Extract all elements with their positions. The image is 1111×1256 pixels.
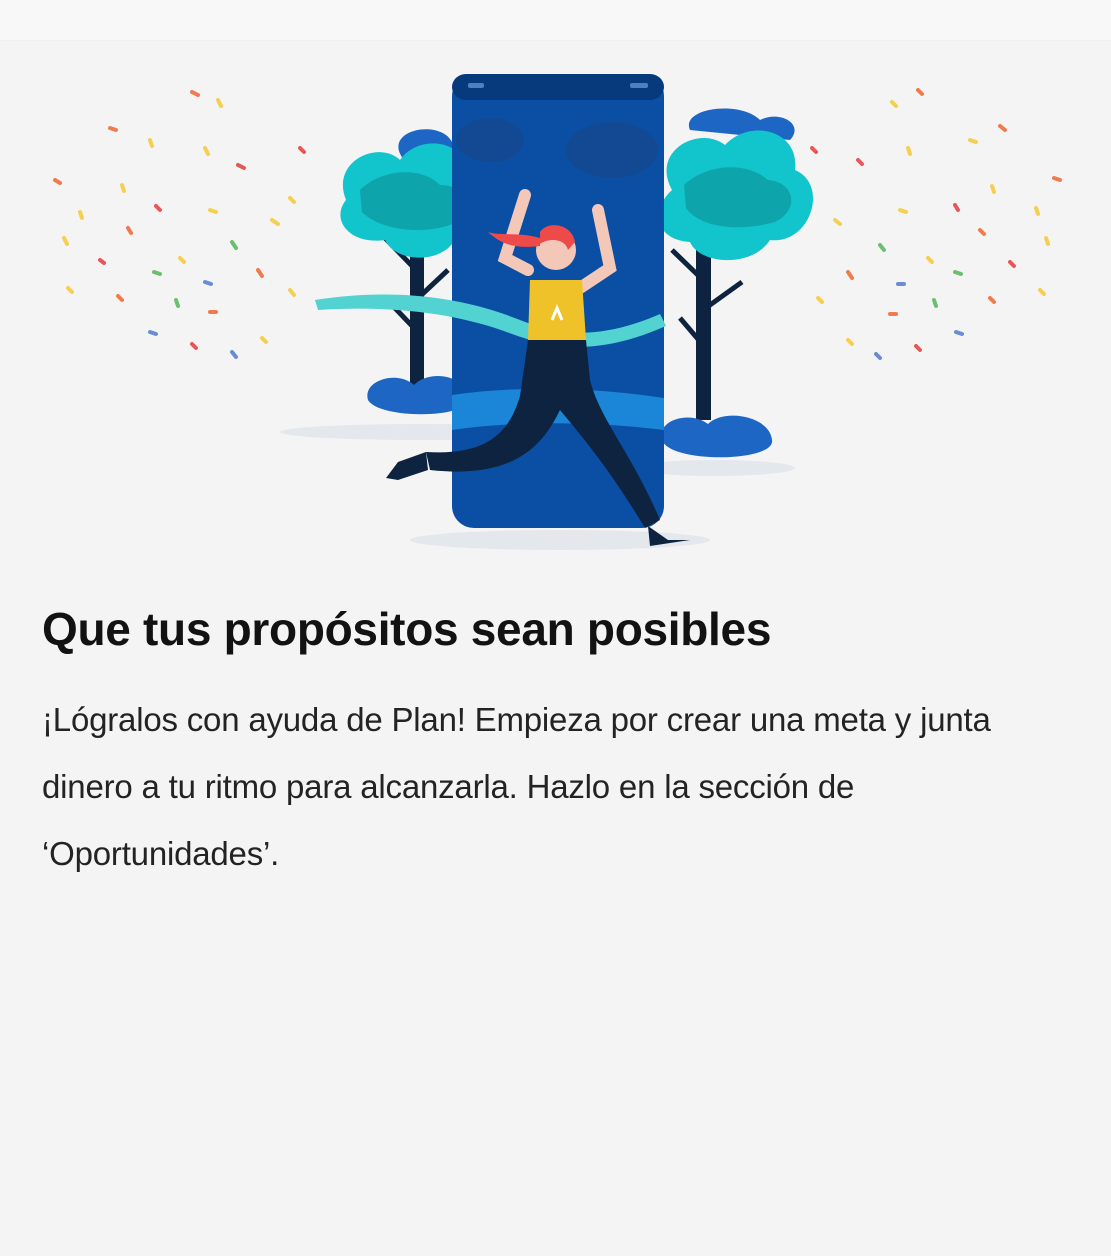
right-tree	[658, 108, 814, 458]
top-strip	[0, 0, 1111, 41]
page-title: Que tus propósitos sean posibles	[42, 603, 772, 655]
description-text: ¡Lógralos con ayuda de Plan! Empieza por…	[42, 701, 991, 872]
goal-celebration-illustration	[53, 74, 1062, 550]
